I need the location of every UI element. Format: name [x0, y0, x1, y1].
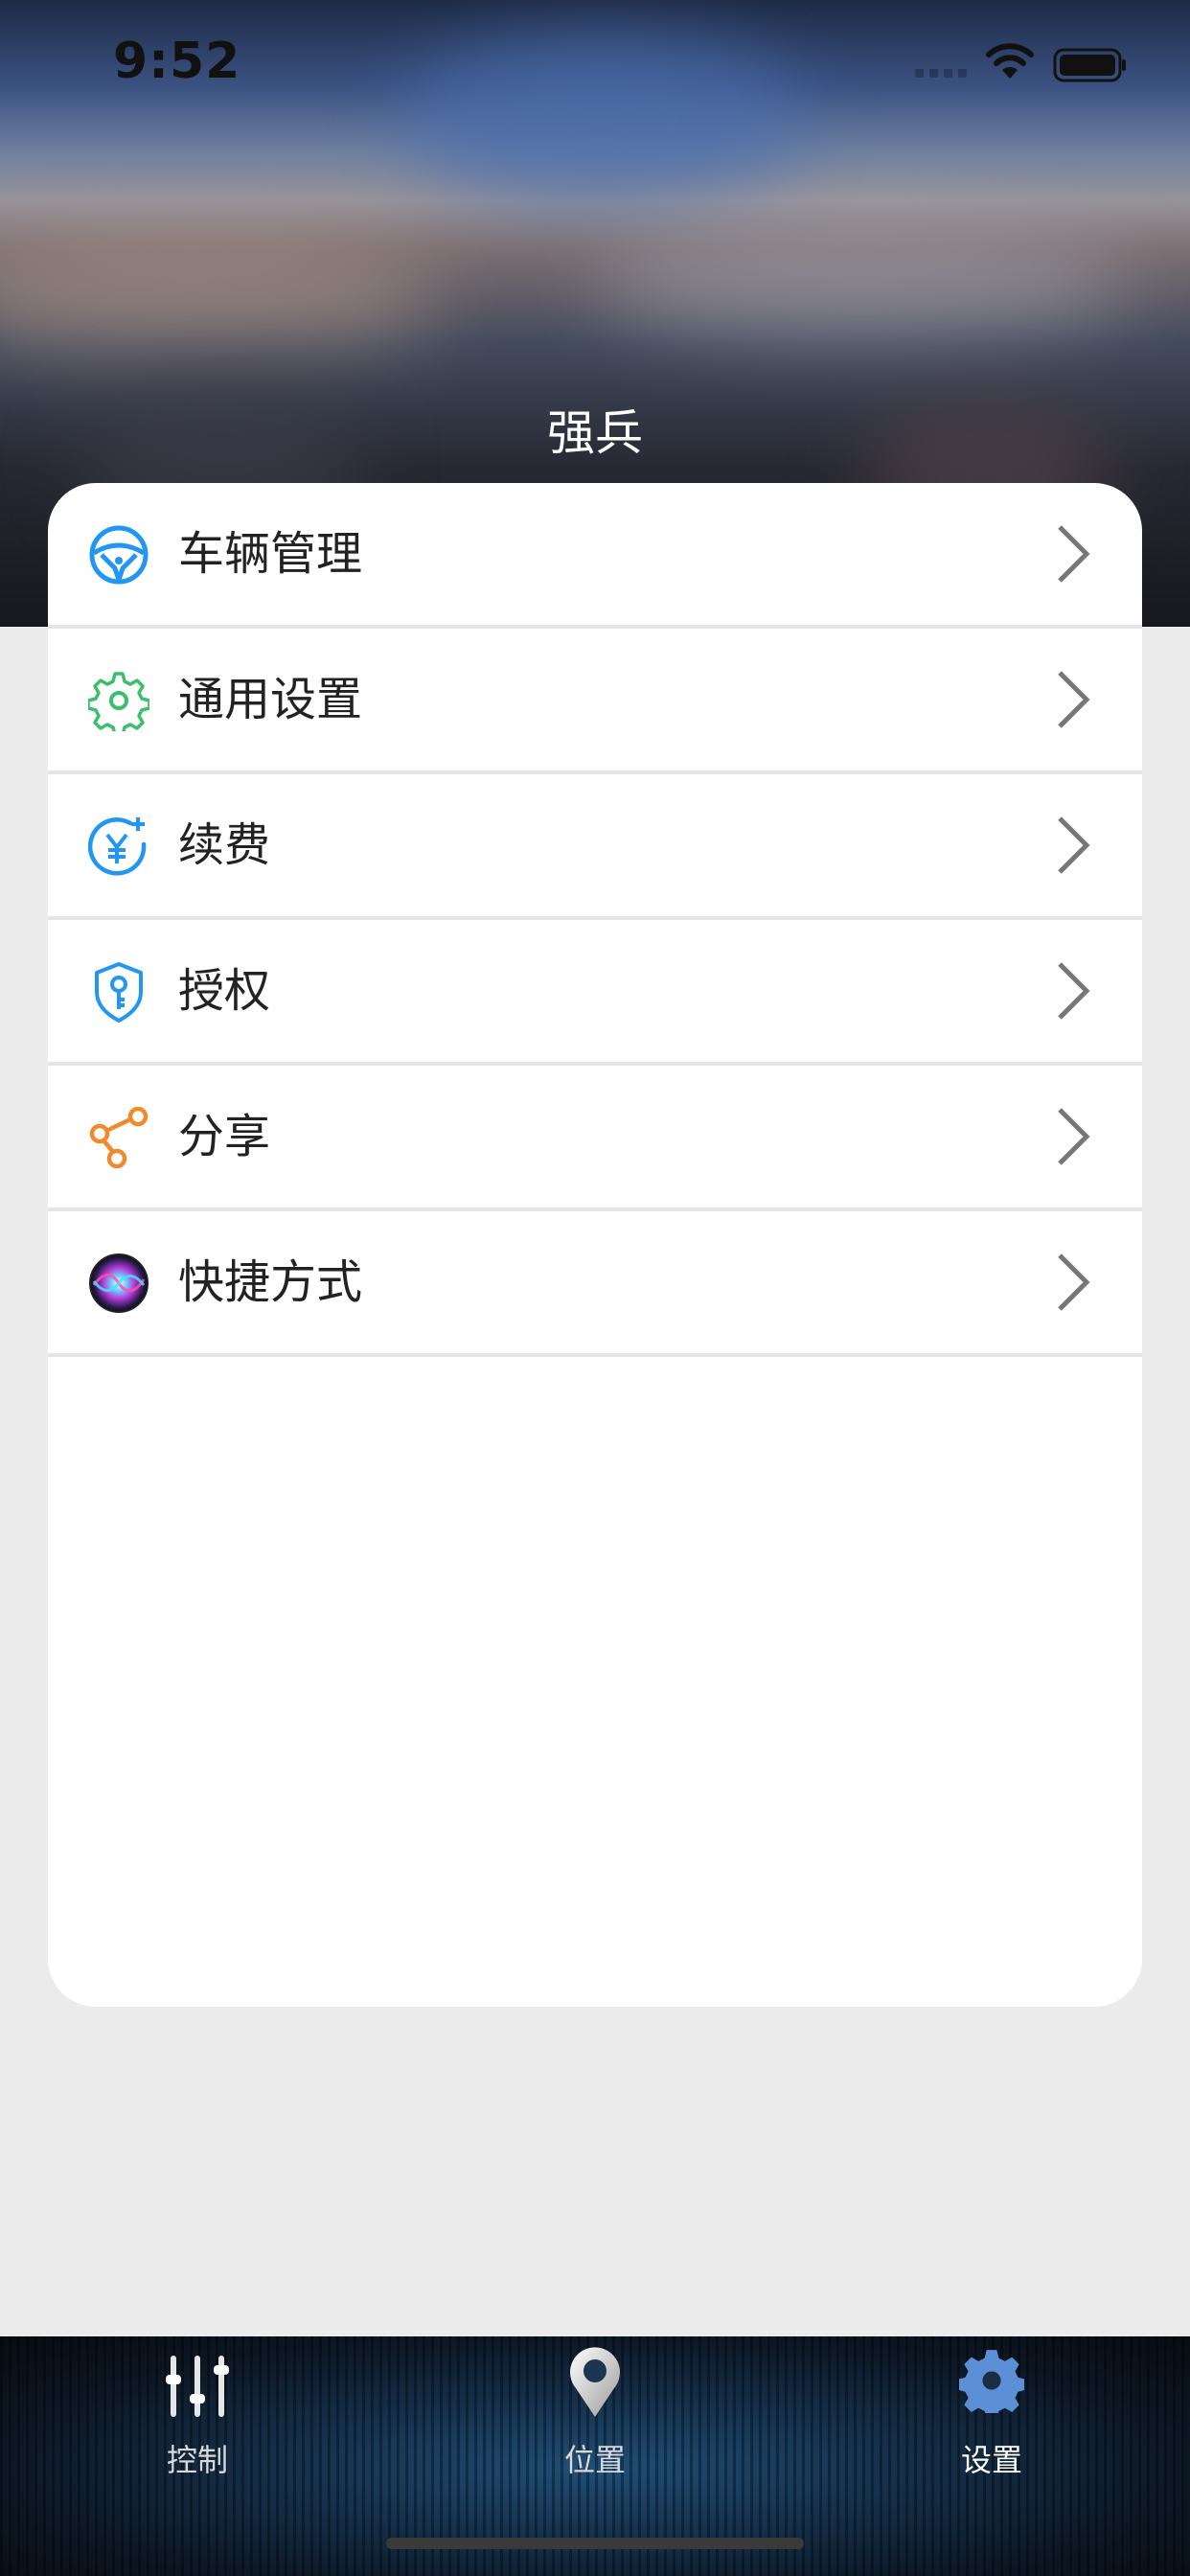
tab-label: 位置	[563, 2442, 626, 2478]
gear-icon	[959, 2350, 1024, 2413]
menu-item-general-settings[interactable]: 通用设置	[48, 629, 1142, 774]
cellular-signal-icon	[915, 69, 967, 78]
tab-settings[interactable]: 设置	[848, 2336, 1135, 2490]
chevron-right-icon	[1058, 962, 1090, 1020]
menu-item-label: 通用设置	[178, 673, 363, 726]
status-time: 9:52	[113, 33, 241, 90]
menu-item-label: 车辆管理	[178, 527, 363, 581]
menu-item-share[interactable]: 分享	[48, 1066, 1142, 1211]
chevron-right-icon	[1058, 816, 1090, 874]
wifi-icon	[986, 43, 1034, 79]
chevron-right-icon	[1058, 525, 1090, 583]
home-indicator	[386, 2538, 804, 2549]
menu-item-vehicle-management[interactable]: 车辆管理	[48, 483, 1142, 629]
menu-item-shortcuts[interactable]: 快捷方式	[48, 1211, 1142, 1357]
menu-item-label: 续费	[178, 818, 271, 872]
menu-item-authorization[interactable]: 授权	[48, 920, 1142, 1066]
tab-control[interactable]: 控制	[54, 2336, 341, 2490]
battery-icon	[1053, 48, 1126, 82]
gear-icon	[88, 672, 149, 731]
share-icon	[89, 1107, 149, 1168]
chevron-right-icon	[1058, 671, 1090, 728]
tab-label: 设置	[960, 2442, 1022, 2478]
tab-location[interactable]: 位置	[451, 2336, 739, 2490]
location-pin-icon	[570, 2347, 620, 2417]
sliders-icon	[166, 2356, 229, 2417]
menu-item-label: 授权	[178, 964, 271, 1018]
yuan-renew-icon	[88, 817, 147, 876]
chevron-right-icon	[1058, 1254, 1090, 1311]
menu-item-renewal[interactable]: 续费	[48, 774, 1142, 920]
siri-icon	[89, 1254, 149, 1313]
shield-key-icon	[95, 962, 143, 1023]
menu-item-label: 快捷方式	[178, 1255, 363, 1309]
chevron-right-icon	[1058, 1108, 1090, 1165]
settings-menu-card: 车辆管理 通用设置 续费 授权 分享 快捷方式	[48, 483, 1142, 2007]
steering-wheel-icon	[89, 525, 149, 585]
menu-item-label: 分享	[178, 1110, 271, 1163]
tab-label: 控制	[166, 2442, 228, 2478]
user-name: 强兵	[547, 405, 643, 461]
